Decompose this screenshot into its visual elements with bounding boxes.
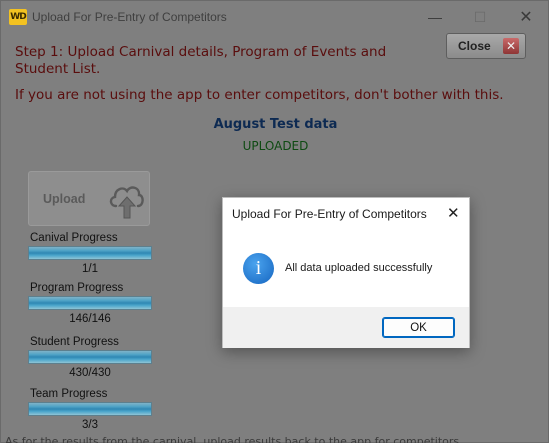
canival-progress: Canival Progress 1/1 (28, 231, 152, 275)
window-close-button[interactable]: ✕ (506, 5, 546, 29)
team-progress: Team Progress 3/3 (28, 387, 152, 431)
carnival-name: August Test data (213, 117, 338, 132)
cloud-upload-icon (109, 186, 144, 219)
upload-button[interactable]: Upload (28, 171, 150, 226)
progress-label: Program Progress (30, 282, 124, 294)
student-progress: Student Progress 430/430 (28, 335, 152, 379)
dialog-footer: OK (223, 307, 469, 348)
ok-button[interactable]: OK (382, 317, 455, 338)
progress-count: 430/430 (69, 367, 111, 379)
progress-bar (28, 296, 152, 310)
progress-bar (28, 402, 152, 416)
progress-count: 146/146 (69, 313, 111, 325)
upload-status: UPLOADED (242, 139, 309, 153)
progress-count: 3/3 (82, 419, 98, 431)
close-button[interactable]: Close ✕ (446, 33, 526, 59)
close-button-label: Close (458, 39, 491, 53)
title-bar: WD Upload For Pre-Entry of Competitors —… (1, 1, 548, 33)
warning-instruction: If you are not using the app to enter co… (15, 87, 504, 103)
app-logo-icon: WD (9, 9, 27, 25)
dialog-title: Upload For Pre-Entry of Competitors (232, 207, 427, 221)
progress-bar (28, 350, 152, 364)
progress-label: Team Progress (30, 388, 108, 400)
dialog-message: All data uploaded successfully (285, 262, 433, 274)
progress-label: Canival Progress (30, 232, 118, 244)
upload-button-label: Upload (43, 192, 86, 206)
minimize-button[interactable]: — (415, 5, 455, 29)
close-x-icon: ✕ (503, 38, 519, 54)
window-title: Upload For Pre-Entry of Competitors (32, 10, 227, 24)
step-instruction: Step 1: Upload Carnival details, Program… (15, 44, 387, 77)
dialog-close-button[interactable]: ✕ (447, 204, 460, 222)
progress-bar (28, 246, 152, 260)
program-progress: Program Progress 146/146 (28, 281, 152, 325)
progress-label: Student Progress (30, 336, 119, 348)
message-dialog: Upload For Pre-Entry of Competitors ✕ i … (222, 197, 470, 348)
info-icon: i (243, 253, 274, 284)
footer-instruction: As for the results from the carnival, up… (5, 435, 460, 443)
progress-count: 1/1 (82, 263, 98, 275)
maximize-button[interactable]: ☐ (460, 5, 500, 29)
